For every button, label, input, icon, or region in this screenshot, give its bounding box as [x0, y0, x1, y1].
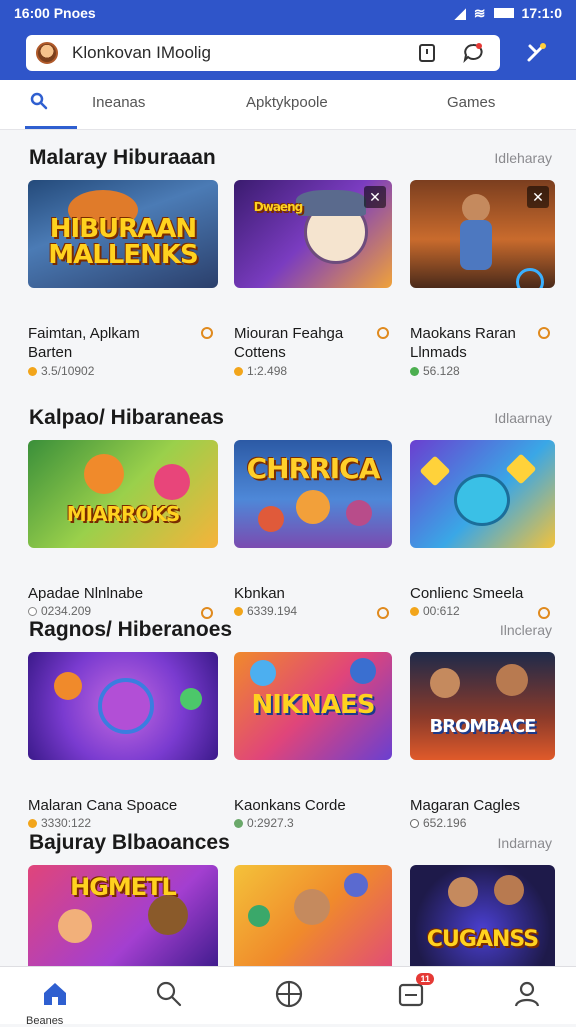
- nav-home[interactable]: [40, 979, 70, 1009]
- tab-apps[interactable]: Apktykpoole: [246, 94, 328, 111]
- thumbnail-art-text: BROMBACE: [429, 716, 537, 737]
- star-icon: [234, 818, 243, 828]
- active-tab-indicator: [25, 126, 77, 129]
- thumbnail-art-text: NIKNAES: [251, 690, 376, 720]
- notification-badge: 11: [416, 973, 434, 985]
- game-thumbnail[interactable]: [28, 652, 218, 760]
- globe-icon: [275, 980, 303, 1008]
- game-title: Apadae Nlnlnabe: [28, 585, 144, 602]
- rating-value: 00:612: [423, 604, 460, 618]
- game-thumbnail[interactable]: CUGANSS: [410, 865, 555, 973]
- section-title: Malaray Hiburaaan: [29, 146, 216, 169]
- game-title: Maokans Raran Llnmads: [410, 325, 516, 361]
- tools-icon[interactable]: [524, 40, 550, 66]
- search-icon: [156, 981, 182, 1007]
- game-title: Malaran Cana Spoace: [28, 797, 178, 814]
- section-more-link[interactable]: Ilncleray: [500, 622, 552, 638]
- search-text[interactable]: Klonkovan IMoolig: [72, 43, 398, 63]
- star-icon: [28, 818, 37, 828]
- wifi-icon: ≋: [473, 4, 486, 21]
- bookmark-icon[interactable]: [376, 326, 392, 342]
- user-icon: [514, 981, 540, 1007]
- star-icon: [28, 366, 37, 376]
- game-thumbnail[interactable]: MIARROKS: [28, 440, 218, 548]
- game-title: Faimtan, Aplkam Barten: [28, 325, 140, 361]
- rating-value: 3330:122: [41, 816, 92, 830]
- thumbnail-art-text: HIBURAAN MALLENKS: [48, 214, 199, 270]
- star-icon: [410, 818, 419, 828]
- star-icon: [234, 366, 243, 376]
- bookmark-icon[interactable]: [376, 606, 392, 622]
- rating-value: 3.5/10902: [41, 364, 95, 378]
- game-thumbnail[interactable]: NIKNAES: [234, 652, 392, 760]
- thumbnail-art-text: CHRRICA: [246, 452, 381, 485]
- star-icon: [410, 606, 419, 616]
- nav-profile[interactable]: [512, 979, 542, 1009]
- close-icon[interactable]: ✕: [527, 186, 549, 208]
- avatar[interactable]: [36, 42, 58, 64]
- rating-value: 56.128: [423, 364, 460, 378]
- game-thumbnail[interactable]: Dwaeng ✕: [234, 180, 392, 288]
- status-right-text: 17:1:0: [521, 5, 562, 21]
- signal-icon: ◢: [455, 4, 466, 21]
- rating-value: 0:2927.3: [247, 816, 294, 830]
- game-title: Miouran Feahga Cottens: [234, 325, 344, 361]
- thumbnail-art-text: CUGANSS: [426, 927, 539, 952]
- rating-value: 6339.194: [247, 604, 298, 618]
- section-title: Ragnos/ Hiberanoes: [29, 618, 233, 641]
- search-bar[interactable]: Klonkovan IMoolig: [26, 35, 500, 71]
- rating-value: 1:2.498: [247, 364, 288, 378]
- tab-bar: Ineanas Apktykpoole Games: [0, 80, 576, 130]
- star-icon: [234, 606, 243, 616]
- bookmark-icon[interactable]: [537, 606, 553, 622]
- nav-notifications[interactable]: 11: [396, 973, 434, 1009]
- game-title: Magaran Cagles: [410, 797, 521, 814]
- game-thumbnail[interactable]: [410, 440, 555, 548]
- game-thumbnail[interactable]: HIBURAAN MALLENKS: [28, 180, 218, 288]
- game-thumbnail[interactable]: CHRRICA: [234, 440, 392, 548]
- star-icon: [410, 366, 419, 376]
- close-icon[interactable]: ✕: [364, 186, 386, 208]
- nav-explore[interactable]: [274, 979, 304, 1009]
- thumbnail-art-text: MIARROKS: [66, 502, 181, 526]
- nav-home-label[interactable]: Beanes: [26, 1015, 63, 1027]
- game-title: Kaonkans Corde: [234, 797, 346, 814]
- section-title: Kalpao/ Hibaraneas: [29, 406, 224, 429]
- game-title: Conlienc Smeela: [410, 585, 524, 602]
- tab-home[interactable]: Ineanas: [92, 94, 145, 111]
- game-title: Kbnkan: [234, 585, 285, 602]
- thumbnail-art-text: HGMETL: [70, 873, 177, 901]
- game-thumbnail[interactable]: BROMBACE: [410, 652, 555, 760]
- section-more-link[interactable]: Idlaarnay: [494, 410, 552, 426]
- bookmark-icon[interactable]: [200, 326, 216, 342]
- nav-search[interactable]: [154, 979, 184, 1009]
- status-time: 16:00 Pnoes: [14, 5, 96, 21]
- game-thumbnail[interactable]: ✕: [410, 180, 555, 288]
- search-icon[interactable]: [30, 92, 48, 115]
- chat-icon[interactable]: [456, 39, 490, 67]
- section-more-link[interactable]: Indarnay: [498, 835, 552, 851]
- app-bar: Klonkovan IMoolig: [0, 24, 576, 80]
- rating-value: 652.196: [423, 816, 467, 830]
- battery-icon: [493, 8, 514, 18]
- tab-games[interactable]: Games: [447, 94, 495, 111]
- bookmark-icon[interactable]: [537, 326, 553, 342]
- game-thumbnail[interactable]: HGMETL: [28, 865, 218, 973]
- status-bar: 16:00 Pnoes ◢ ≋ 17:1:0: [0, 0, 576, 26]
- section-title: Bajuray Blbaoances: [29, 831, 230, 854]
- bottom-navigation: Beanes 11: [0, 966, 576, 1027]
- star-icon: [28, 606, 37, 616]
- game-thumbnail[interactable]: [234, 865, 392, 973]
- tablet-icon[interactable]: [410, 39, 444, 67]
- rating-value: 0234.209: [41, 604, 92, 618]
- section-more-link[interactable]: Idleharay: [494, 150, 552, 166]
- home-icon: [44, 983, 66, 1005]
